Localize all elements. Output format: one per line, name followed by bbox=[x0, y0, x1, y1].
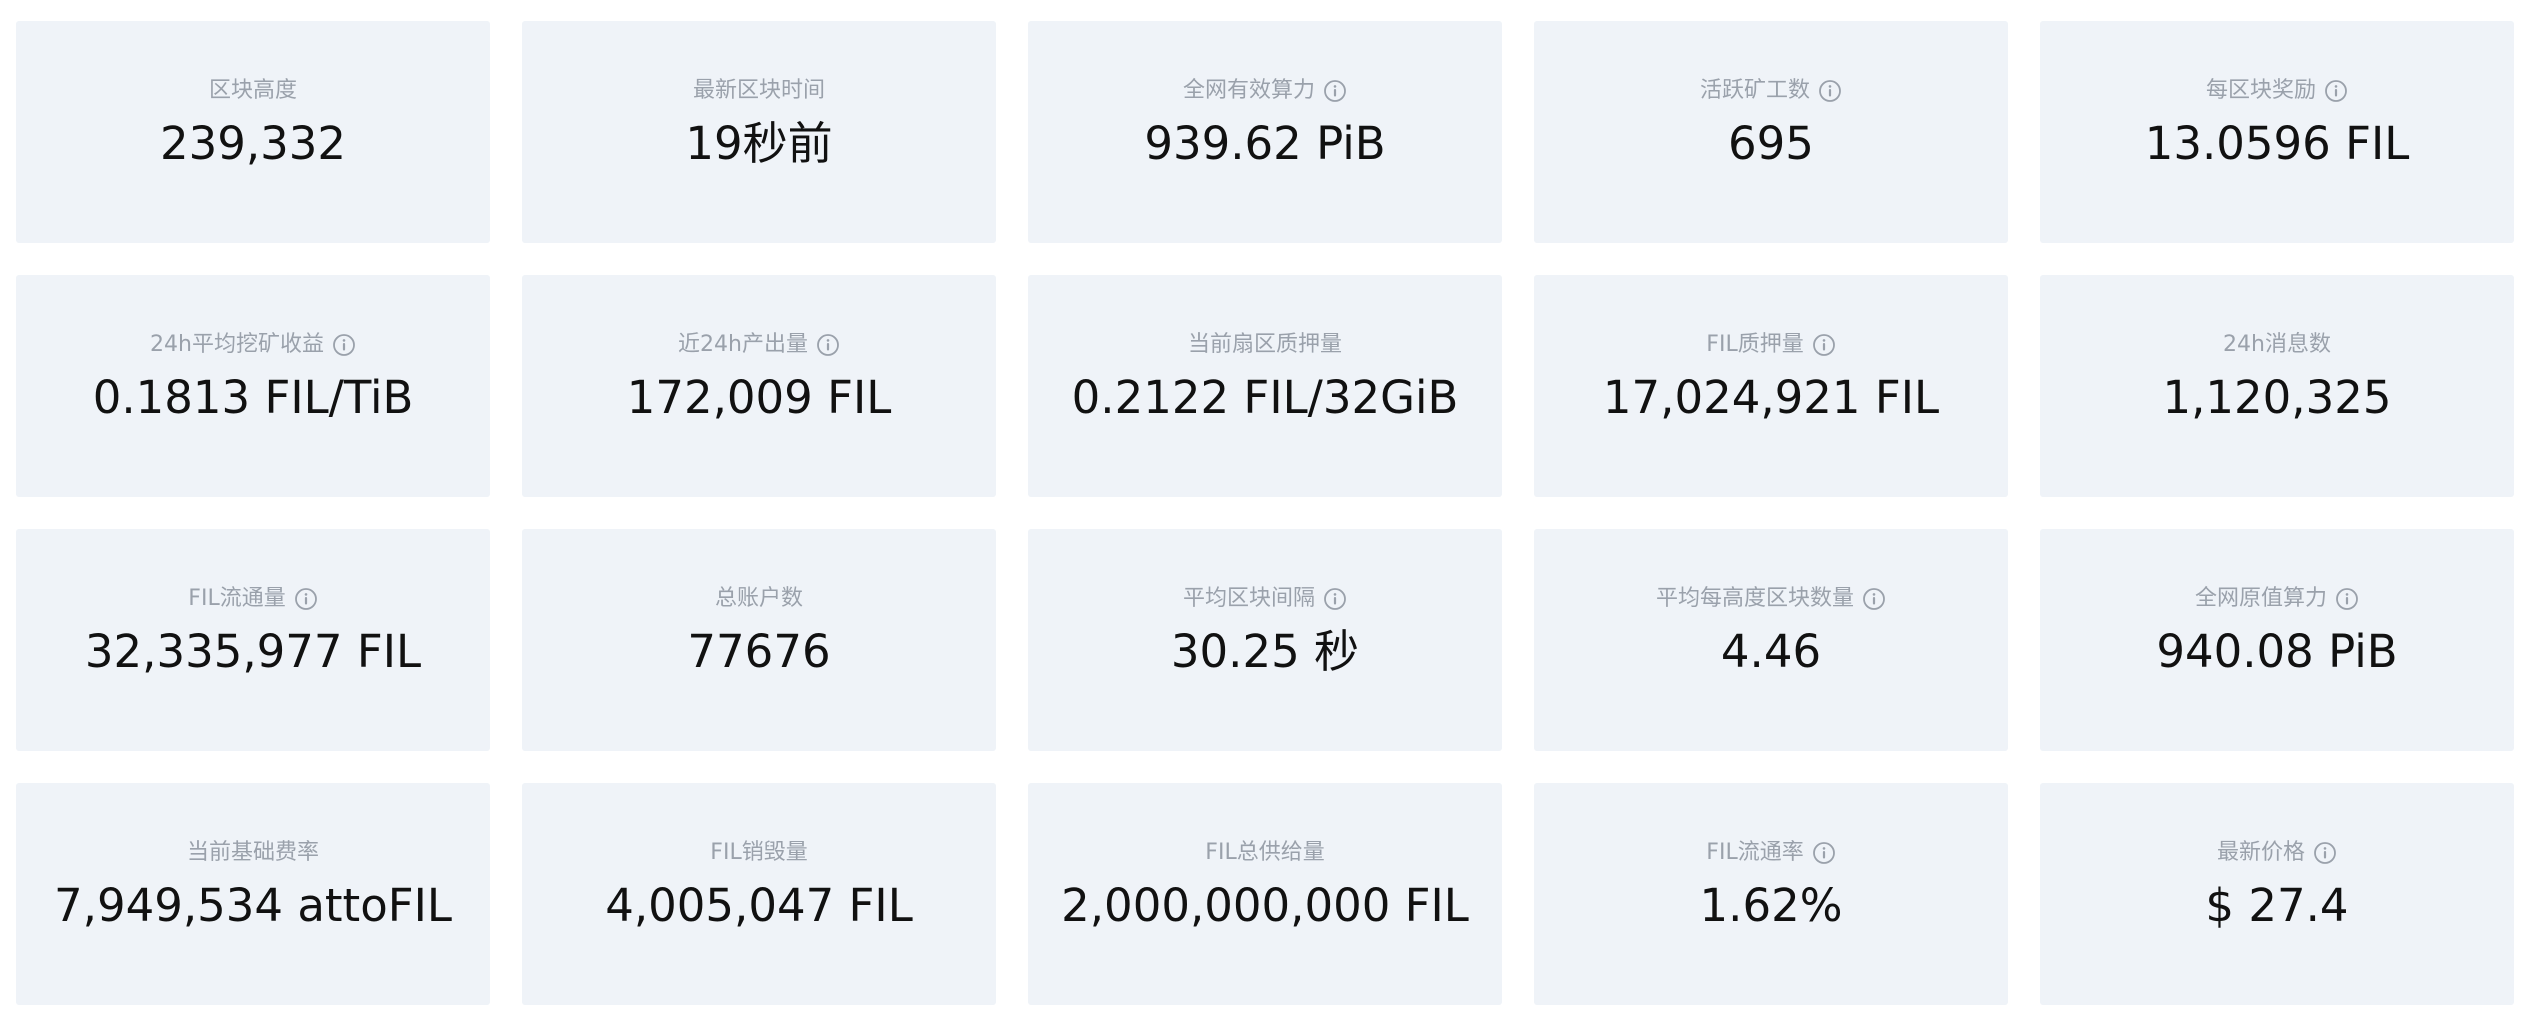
stat-card-latest-block-time: 最新区块时间 19秒前 bbox=[522, 21, 996, 243]
stat-value: 2,000,000,000 FIL bbox=[1061, 879, 1469, 932]
stat-label-row: FIL总供给量 bbox=[1205, 836, 1324, 870]
stat-label: 当前扇区质押量 bbox=[1187, 332, 1342, 357]
stat-card-network-power: 全网有效算力 939.62 PiB bbox=[1028, 21, 1502, 243]
stat-label-row: 近24h产出量 bbox=[678, 328, 840, 362]
stat-value: 7,949,534 attoFIL bbox=[54, 879, 452, 932]
stat-value: 19秒前 bbox=[685, 117, 833, 170]
stat-label-row: FIL质押量 bbox=[1706, 328, 1835, 362]
stat-card-total-supply: FIL总供给量 2,000,000,000 FIL bbox=[1028, 783, 1502, 1005]
stat-card-total-accounts: 总账户数 77676 bbox=[522, 529, 996, 751]
stat-value: 939.62 PiB bbox=[1144, 117, 1386, 170]
info-circle-icon[interactable] bbox=[1323, 587, 1347, 611]
stat-label-row: FIL销毁量 bbox=[710, 836, 807, 870]
stat-value: 239,332 bbox=[159, 117, 347, 170]
stat-card-block-reward: 每区块奖励 13.0596 FIL bbox=[2040, 21, 2514, 243]
stat-value: 77676 bbox=[687, 625, 831, 678]
stat-card-sector-pledge: 当前扇区质押量 0.2122 FIL/32GiB bbox=[1028, 275, 1502, 497]
stat-card-active-miners: 活跃矿工数 695 bbox=[1534, 21, 2008, 243]
stat-label: 最新价格 bbox=[2216, 840, 2305, 865]
stat-card-avg-block-interval: 平均区块间隔 30.25 秒 bbox=[1028, 529, 1502, 751]
stat-label-row: FIL流通量 bbox=[188, 582, 317, 616]
stat-label: FIL质押量 bbox=[1706, 332, 1804, 357]
stat-card-latest-price: 最新价格 $ 27.4 bbox=[2040, 783, 2514, 1005]
stat-value: 940.08 PiB bbox=[2156, 625, 2398, 678]
stat-card-block-height: 区块高度 239,332 bbox=[16, 21, 490, 243]
stat-card-fil-burned: FIL销毁量 4,005,047 FIL bbox=[522, 783, 996, 1005]
stat-label-row: 每区块奖励 bbox=[2206, 74, 2348, 108]
stat-label: FIL销毁量 bbox=[710, 840, 808, 865]
stat-label-row: 最新价格 bbox=[2217, 836, 2337, 870]
stat-value: 13.0596 FIL bbox=[2144, 117, 2410, 170]
stat-label: FIL流通量 bbox=[188, 586, 286, 611]
stat-card-24h-messages: 24h消息数 1,120,325 bbox=[2040, 275, 2514, 497]
stat-value: 172,009 FIL bbox=[626, 371, 892, 424]
stat-value: 30.25 秒 bbox=[1170, 625, 1360, 678]
stat-label: 24h平均挖矿收益 bbox=[150, 332, 324, 357]
stat-value: 17,024,921 FIL bbox=[1602, 371, 1940, 424]
info-circle-icon[interactable] bbox=[816, 333, 840, 357]
stat-card-fil-pledged: FIL质押量 17,024,921 FIL bbox=[1534, 275, 2008, 497]
stat-value: 32,335,977 FIL bbox=[84, 625, 422, 678]
stat-label: 总账户数 bbox=[714, 586, 803, 611]
stat-label: 全网有效算力 bbox=[1182, 78, 1315, 103]
info-circle-icon[interactable] bbox=[2313, 841, 2337, 865]
stat-value: 695 bbox=[1728, 117, 1814, 170]
stat-label-row: 24h消息数 bbox=[2223, 328, 2331, 362]
stat-card-circulating-supply: FIL流通量 32,335,977 FIL bbox=[16, 529, 490, 751]
info-circle-icon[interactable] bbox=[1812, 841, 1836, 865]
stat-value: 4.46 bbox=[1720, 625, 1822, 678]
stat-label: FIL流通率 bbox=[1706, 840, 1804, 865]
stat-value: 0.1813 FIL/TiB bbox=[92, 371, 414, 424]
stat-label: 平均每高度区块数量 bbox=[1655, 586, 1854, 611]
stat-label: 最新区块时间 bbox=[692, 78, 825, 103]
info-circle-icon[interactable] bbox=[2335, 587, 2359, 611]
info-circle-icon[interactable] bbox=[1812, 333, 1836, 357]
stat-label-row: 最新区块时间 bbox=[693, 74, 825, 108]
stat-label-row: 总账户数 bbox=[715, 582, 803, 616]
stat-label: 24h消息数 bbox=[2223, 332, 2331, 357]
stat-label-row: 当前基础费率 bbox=[187, 836, 319, 870]
stat-label-row: 全网有效算力 bbox=[1183, 74, 1347, 108]
stat-card-24h-output: 近24h产出量 172,009 FIL bbox=[522, 275, 996, 497]
stat-label: 区块高度 bbox=[208, 78, 297, 103]
stat-label-row: 24h平均挖矿收益 bbox=[150, 328, 356, 362]
stat-label: 平均区块间隔 bbox=[1182, 586, 1315, 611]
stat-label-row: 平均区块间隔 bbox=[1183, 582, 1347, 616]
stat-label-row: FIL流通率 bbox=[1706, 836, 1835, 870]
stat-label-row: 平均每高度区块数量 bbox=[1656, 582, 1886, 616]
stat-label: FIL总供给量 bbox=[1205, 840, 1325, 865]
stat-value: 1,120,325 bbox=[2162, 371, 2392, 424]
stat-card-circulation-rate: FIL流通率 1.62% bbox=[1534, 783, 2008, 1005]
stats-grid: 区块高度 239,332 最新区块时间 19秒前 全网有效算力 939.62 P… bbox=[0, 0, 2532, 1022]
stat-card-avg-blocks-per-height: 平均每高度区块数量 4.46 bbox=[1534, 529, 2008, 751]
stat-label: 全网原值算力 bbox=[2194, 586, 2327, 611]
stat-label-row: 活跃矿工数 bbox=[1700, 74, 1842, 108]
info-circle-icon[interactable] bbox=[1862, 587, 1886, 611]
info-circle-icon[interactable] bbox=[332, 333, 356, 357]
stat-card-base-fee: 当前基础费率 7,949,534 attoFIL bbox=[16, 783, 490, 1005]
stat-card-raw-byte-power: 全网原值算力 940.08 PiB bbox=[2040, 529, 2514, 751]
stat-label-row: 当前扇区质押量 bbox=[1188, 328, 1342, 362]
stat-value: 4,005,047 FIL bbox=[605, 879, 913, 932]
info-circle-icon[interactable] bbox=[294, 587, 318, 611]
stat-label: 每区块奖励 bbox=[2205, 78, 2316, 103]
stat-value: 0.2122 FIL/32GiB bbox=[1071, 371, 1459, 424]
info-circle-icon[interactable] bbox=[1323, 79, 1347, 103]
info-circle-icon[interactable] bbox=[2324, 79, 2348, 103]
info-circle-icon[interactable] bbox=[1818, 79, 1842, 103]
stat-label: 近24h产出量 bbox=[678, 332, 808, 357]
stat-card-24h-mining-yield: 24h平均挖矿收益 0.1813 FIL/TiB bbox=[16, 275, 490, 497]
stat-label: 当前基础费率 bbox=[186, 840, 319, 865]
stat-label: 活跃矿工数 bbox=[1699, 78, 1810, 103]
stat-value: $ 27.4 bbox=[2205, 879, 2349, 932]
stat-label-row: 全网原值算力 bbox=[2195, 582, 2359, 616]
stat-value: 1.62% bbox=[1699, 879, 1843, 932]
stat-label-row: 区块高度 bbox=[209, 74, 297, 108]
